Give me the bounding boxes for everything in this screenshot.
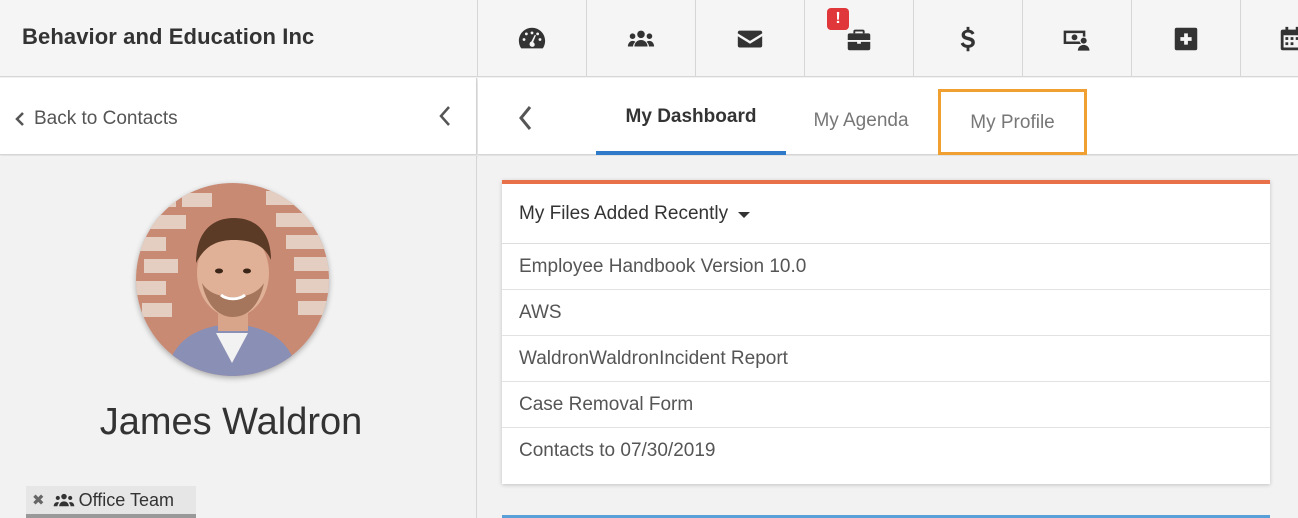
back-button[interactable] (516, 104, 534, 132)
nav-messages[interactable] (695, 0, 804, 77)
file-item[interactable]: Contacts to 07/30/2019 (502, 428, 1270, 474)
nav-billing[interactable] (913, 0, 1022, 77)
nav-contacts[interactable] (586, 0, 695, 77)
dashboard-tabs-bar: My Dashboard My Agenda My Profile (478, 78, 1298, 155)
calendar-icon (1280, 26, 1298, 50)
nav-calendar[interactable] (1240, 0, 1298, 77)
chevron-left-icon (439, 106, 450, 126)
nav-dashboard[interactable] (477, 0, 586, 77)
dashboard-content: My Files Added Recently Employee Handboo… (478, 156, 1298, 518)
top-bar: Behavior and Education Inc ! (0, 0, 1298, 77)
top-nav-icons: ! (477, 0, 1298, 77)
alert-badge: ! (827, 8, 849, 30)
nav-payroll[interactable] (1022, 0, 1131, 77)
people-group-icon (627, 30, 655, 46)
files-widget-title: My Files Added Recently (519, 202, 729, 224)
dashboard-gauge-icon (518, 27, 546, 48)
file-item[interactable]: AWS (502, 290, 1270, 336)
nav-cases[interactable]: ! (804, 0, 913, 77)
team-chip-label: Office Team (78, 489, 174, 510)
recent-files-widget: My Files Added Recently Employee Handboo… (502, 180, 1270, 484)
profile-panel: James Waldron ✖ Office Team (0, 156, 477, 518)
tab-my-dashboard[interactable]: My Dashboard (596, 78, 786, 155)
back-to-contacts-link[interactable]: Back to Contacts (14, 108, 178, 130)
remove-team-icon[interactable]: ✖ (32, 491, 45, 509)
team-chip: ✖ Office Team (26, 486, 196, 518)
plus-square-icon (1174, 27, 1198, 50)
dollar-icon (960, 26, 975, 51)
left-panel-header: Back to Contacts (0, 78, 477, 155)
envelope-icon (737, 30, 763, 47)
back-to-contacts-label: Back to Contacts (34, 108, 178, 129)
company-name: Behavior and Education Inc (22, 24, 315, 49)
chevron-left-icon (519, 106, 532, 130)
people-group-icon (53, 492, 75, 508)
file-item[interactable]: Employee Handbook Version 10.0 (502, 244, 1270, 290)
tab-my-agenda[interactable]: My Agenda (796, 78, 926, 155)
person-name: James Waldron (99, 401, 363, 443)
money-user-icon (1063, 30, 1090, 51)
chevron-left-icon (15, 112, 24, 126)
briefcase-icon (847, 29, 871, 50)
file-item[interactable]: Case Removal Form (502, 382, 1270, 428)
profile-photo (136, 183, 329, 376)
avatar (136, 183, 329, 376)
nav-add[interactable] (1131, 0, 1240, 77)
file-item[interactable]: WaldronWaldronIncident Report (502, 336, 1270, 382)
collapse-panel-button[interactable] (436, 104, 454, 128)
caret-down-icon (738, 211, 751, 218)
tab-my-profile[interactable]: My Profile (938, 89, 1087, 155)
files-widget-title-dropdown[interactable]: My Files Added Recently (502, 184, 1270, 244)
